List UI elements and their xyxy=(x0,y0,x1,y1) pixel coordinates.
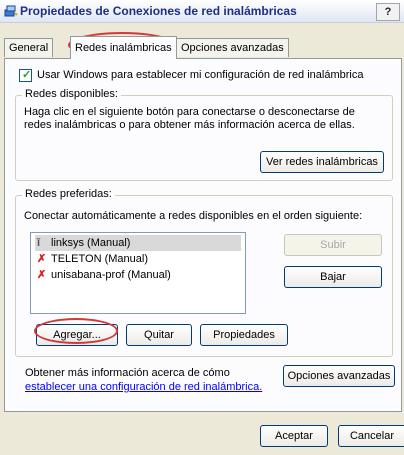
list-item[interactable]: ✗ unisabana-prof (Manual) xyxy=(35,267,241,283)
antenna-x-icon: ✗ xyxy=(37,269,47,281)
tab-panel: ✓ Usar Windows para establecer mi config… xyxy=(4,58,402,412)
available-networks-description: Haga clic en el siguiente botón para con… xyxy=(24,106,355,131)
remove-network-button[interactable]: Quitar xyxy=(126,324,192,346)
preferred-networks-description: Conectar automáticamente a redes disponi… xyxy=(24,210,363,222)
antenna-x-icon: ✗ xyxy=(37,253,47,265)
advanced-options-button[interactable]: Opciones avanzadas xyxy=(283,365,395,387)
preferred-networks-legend: Redes preferidas: xyxy=(22,188,115,200)
check-icon: ✓ xyxy=(22,69,32,81)
wireless-setup-link[interactable]: establecer una configuración de red inal… xyxy=(25,381,262,393)
title-bar: Propiedades de Conexiones de red inalámb… xyxy=(0,0,404,23)
antenna-icon: ĭ xyxy=(37,237,41,249)
use-windows-label: Usar Windows para establecer mi configur… xyxy=(37,69,364,81)
move-up-button[interactable]: Subir xyxy=(284,234,382,256)
view-wireless-networks-button[interactable]: Ver redes inalámbricas xyxy=(260,151,384,173)
network-connection-icon xyxy=(4,5,18,17)
use-windows-checkbox[interactable]: ✓ xyxy=(19,69,32,82)
ok-button[interactable]: Aceptar xyxy=(260,425,328,447)
tab-general[interactable]: General xyxy=(4,38,54,57)
available-networks-legend: Redes disponibles: xyxy=(22,88,121,100)
network-properties-button[interactable]: Propiedades xyxy=(200,324,288,346)
list-item[interactable]: ĭ linksys (Manual) xyxy=(35,235,241,251)
cancel-button[interactable]: Cancelar xyxy=(338,425,404,447)
window-title: Propiedades de Conexiones de red inalámb… xyxy=(20,4,297,18)
more-info-text: Obtener más información acerca de cómo xyxy=(25,367,230,379)
help-button[interactable]: ? xyxy=(376,3,400,21)
available-networks-group: Redes disponibles: Haga clic en el sigui… xyxy=(15,88,393,181)
properties-window: Propiedades de Conexiones de red inalámb… xyxy=(0,0,404,455)
tab-wireless-networks[interactable]: Redes inalámbricas xyxy=(70,36,177,59)
preferred-networks-list[interactable]: ĭ linksys (Manual) ✗ TELETON (Manual) ✗ … xyxy=(30,232,246,314)
add-network-button[interactable]: Agregar... xyxy=(36,324,118,346)
preferred-networks-group: Redes preferidas: Conectar automáticamen… xyxy=(15,188,393,357)
tab-advanced-options[interactable]: Opciones avanzadas xyxy=(176,38,289,57)
move-down-button[interactable]: Bajar xyxy=(284,266,382,288)
list-item[interactable]: ✗ TELETON (Manual) xyxy=(35,251,241,267)
